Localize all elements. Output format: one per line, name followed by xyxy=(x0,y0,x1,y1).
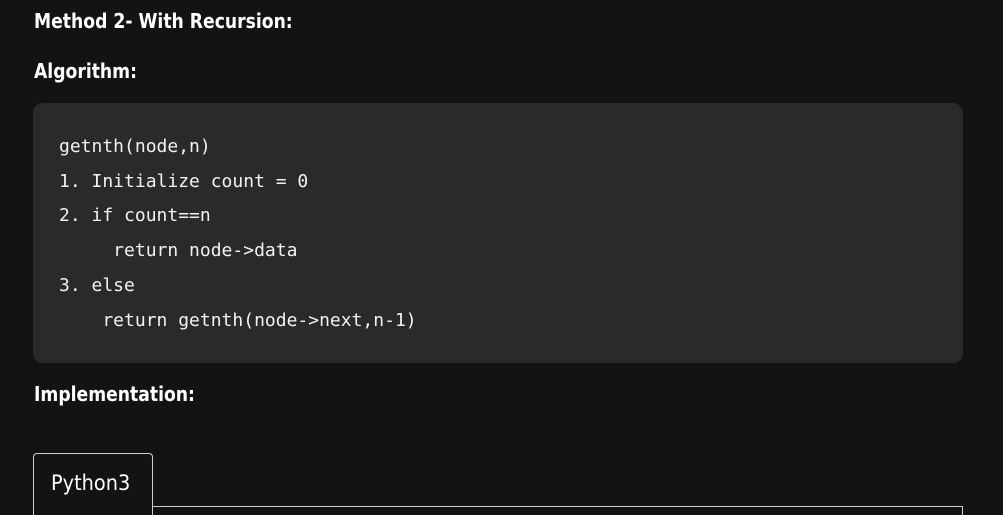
tab-python3[interactable]: Python3 xyxy=(33,453,153,515)
code-line: return node->data xyxy=(59,240,298,261)
code-panel-border xyxy=(153,506,963,515)
code-line: 1. Initialize count = 0 xyxy=(59,171,309,192)
code-line: 3. else xyxy=(59,275,135,296)
tab-python3-label: Python3 xyxy=(51,471,131,495)
method-heading: Method 2- With Recursion: xyxy=(34,9,293,33)
code-line: 2. if count==n xyxy=(59,205,211,226)
code-line: return getnth(node->next,n-1) xyxy=(59,310,417,331)
code-line: getnth(node,n) xyxy=(59,136,211,157)
implementation-heading: Implementation: xyxy=(34,382,195,406)
algorithm-heading: Algorithm: xyxy=(34,59,137,83)
algorithm-code-block: getnth(node,n) 1. Initialize count = 0 2… xyxy=(33,103,963,363)
